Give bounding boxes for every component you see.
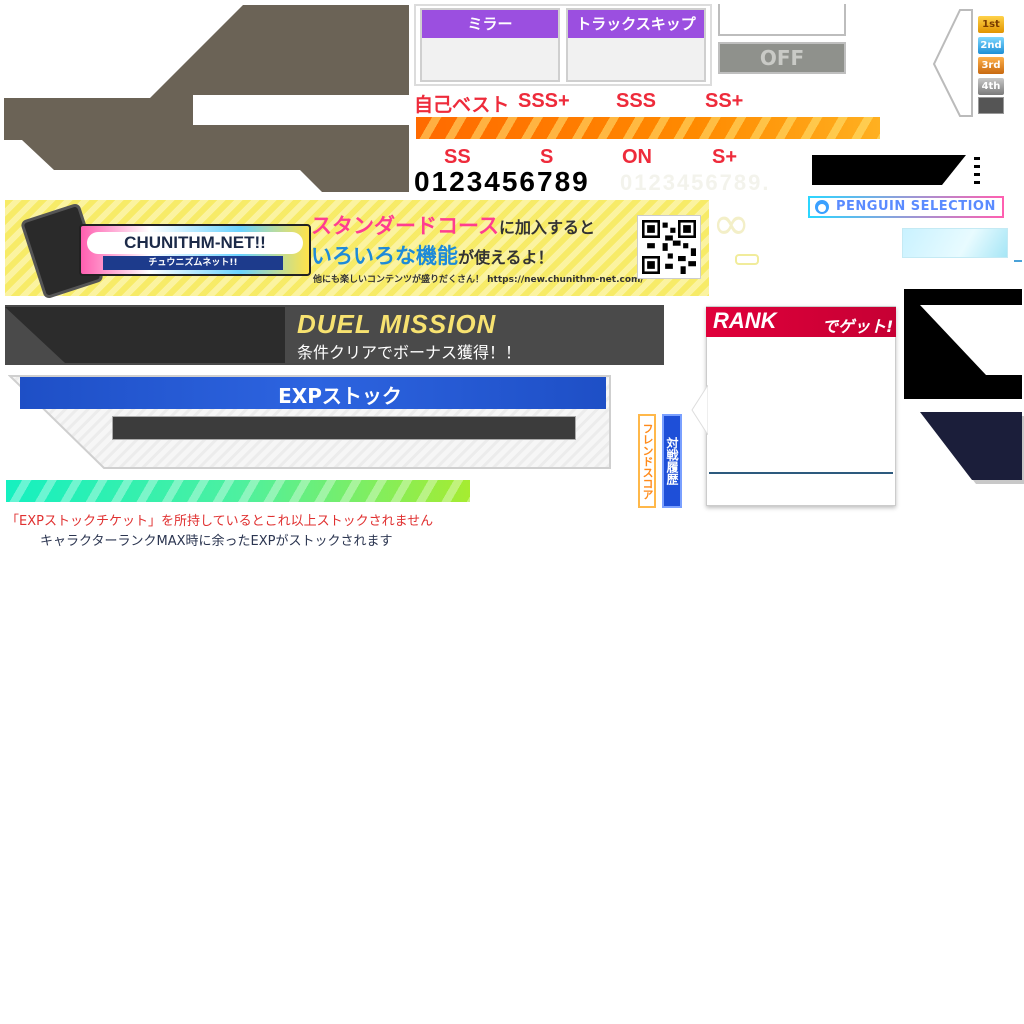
- exp-stock-title: EXPストック: [278, 384, 402, 408]
- off-toggle[interactable]: OFF: [718, 42, 846, 74]
- net-logo-subtitle: チュウニズムネット!!: [103, 256, 283, 270]
- place-2nd-badge: 2nd: [978, 37, 1004, 54]
- penguin-icon: [815, 200, 829, 214]
- place-4th-badge: 4th: [978, 78, 1004, 95]
- chunithm-net-logo: CHUNITHM-NET!! チュウニズムネット!!: [79, 224, 311, 276]
- rank-s-plus: S+: [712, 146, 738, 168]
- glass-bar: [902, 228, 1008, 258]
- qr-code-icon: [637, 215, 701, 279]
- track-skip-label: トラックスキップ: [568, 10, 704, 38]
- rank-card-notch: [691, 385, 708, 435]
- brown-decor-shape: [4, 5, 409, 192]
- infinity-pill: [735, 254, 759, 265]
- navy-decor-shape: [920, 412, 1024, 484]
- duel-mission-title: DUEL MISSION: [297, 309, 497, 339]
- exp-max-note: キャラクターランクMAX時に余ったEXPがストックされます: [40, 534, 393, 549]
- rank-card-rank-word: RANK: [713, 308, 777, 333]
- rank-sss: SSS: [616, 90, 657, 112]
- on-label: ON: [622, 146, 652, 168]
- net-logo-title: CHUNITHM-NET!!: [87, 232, 303, 254]
- tiny-dash: [1014, 260, 1022, 262]
- orange-gauge-bar: [416, 117, 880, 139]
- place-3rd-badge: 3rd: [978, 57, 1004, 74]
- place-empty-badge: [978, 97, 1004, 114]
- exp-stock-bar: [112, 416, 576, 440]
- mirror-option[interactable]: ミラー: [420, 8, 560, 82]
- track-skip-option[interactable]: トラックスキップ: [566, 8, 706, 82]
- blank-toggle-box: [718, 4, 846, 36]
- penguin-selection-label[interactable]: PENGUIN SELECTION: [808, 196, 1004, 218]
- chunithm-net-banner[interactable]: CHUNITHM-NET!! チュウニズムネット!! スタンダードコースに加入す…: [5, 200, 709, 300]
- duel-mission-subtitle: 条件クリアでボーナス獲得！！: [297, 343, 522, 362]
- tab-battle-history[interactable]: 対戦履歴: [662, 414, 682, 508]
- mirror-label: ミラー: [422, 10, 558, 38]
- banner-line-2-rest: が使えるよ！: [458, 248, 554, 267]
- banner-line-1-emph: スタンダードコース: [311, 214, 499, 238]
- digit-glyphs-black: 0123456789: [414, 166, 590, 197]
- banner-line-1: スタンダードコースに加入すると: [311, 210, 595, 240]
- tab-friend-score[interactable]: フレンドスコア: [638, 414, 656, 508]
- green-gauge-bar: [6, 480, 470, 502]
- placement-arrow-icon: [932, 9, 973, 117]
- duel-mission-banner: DUEL MISSION 条件クリアでボーナス獲得！！: [5, 305, 664, 365]
- rank-card-divider: [709, 472, 893, 474]
- self-best-label: 自己ベスト: [414, 95, 510, 116]
- black-speed-bar: [812, 155, 980, 185]
- penguin-selection-text: PENGUIN SELECTION: [836, 199, 996, 214]
- place-1st-badge: 1st: [978, 16, 1004, 33]
- banner-small-text: 他にも楽しいコンテンツが盛りだくさん！ https://new.chunithm…: [313, 275, 644, 285]
- duel-dark-panel: [5, 307, 285, 363]
- digit-glyphs-faint: 0123456789.: [620, 170, 771, 195]
- rank-ss-plus: SS+: [705, 90, 744, 112]
- banner-line-2-emph: いろいろな機能: [311, 244, 458, 268]
- infinity-glyph: ∞: [712, 196, 751, 250]
- banner-line-2: いろいろな機能が使えるよ！: [311, 240, 554, 270]
- banner-line-1-rest: に加入すると: [498, 218, 595, 237]
- rank-card-get-word: でゲット!: [822, 317, 894, 336]
- exp-ticket-note: 「EXPストックチケット」を所持しているとこれ以上ストックされません: [6, 514, 434, 529]
- rank-sss-plus: SSS+: [518, 90, 570, 112]
- black-white-box: [904, 289, 1022, 399]
